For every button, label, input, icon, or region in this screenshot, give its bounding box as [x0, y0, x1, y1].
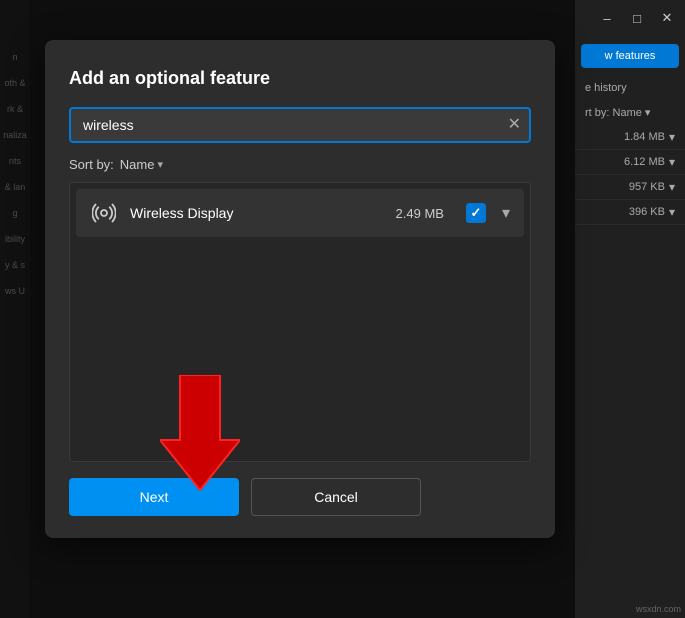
next-button[interactable]: Next	[69, 478, 239, 516]
search-input[interactable]	[69, 107, 531, 143]
close-button[interactable]: ✕	[653, 4, 681, 32]
sort-label: Sort by:	[69, 157, 114, 172]
sort-row: Sort by: Name ▾	[69, 157, 531, 172]
list-item[interactable]: Wireless Display 2.49 MB ✓ ▾	[76, 189, 524, 237]
chevron-down-icon: ▾	[157, 158, 163, 171]
bg-add-features-button[interactable]: w features	[581, 44, 679, 68]
feature-icon	[90, 199, 118, 227]
bg-view-history-link: e history	[575, 76, 637, 100]
watermark: wsxdn.com	[636, 604, 681, 614]
dialog-title: Add an optional feature	[69, 68, 531, 89]
feature-checkbox[interactable]: ✓	[466, 203, 486, 223]
checkmark-icon: ✓	[471, 205, 482, 221]
results-list: Wireless Display 2.49 MB ✓ ▾	[69, 182, 531, 462]
bg-list-item: 957 KB ▾	[575, 175, 685, 200]
feature-size: 2.49 MB	[396, 206, 444, 221]
bg-list-item: 1.84 MB ▾	[575, 125, 685, 150]
maximize-button[interactable]: □	[623, 4, 651, 32]
bg-list-item: 6.12 MB ▾	[575, 150, 685, 175]
sort-value: Name	[120, 157, 155, 172]
titlebar: – □ ✕	[575, 0, 685, 36]
bg-list-item: 396 KB ▾	[575, 200, 685, 225]
cancel-button[interactable]: Cancel	[251, 478, 421, 516]
sort-dropdown[interactable]: Name ▾	[120, 157, 163, 172]
minimize-button[interactable]: –	[593, 4, 621, 32]
search-clear-button[interactable]: ✕	[508, 117, 521, 133]
bg-sort-row: rt by: Name ▾	[575, 100, 660, 125]
search-box-container: ✕	[69, 107, 531, 143]
background-panel: – □ ✕ w features e history rt by: Name ▾…	[575, 0, 685, 618]
add-optional-feature-dialog: Add an optional feature ✕ Sort by: Name …	[45, 40, 555, 538]
dialog-buttons: Next Cancel	[69, 478, 531, 516]
feature-name: Wireless Display	[130, 205, 384, 221]
expand-icon[interactable]: ▾	[502, 203, 510, 223]
